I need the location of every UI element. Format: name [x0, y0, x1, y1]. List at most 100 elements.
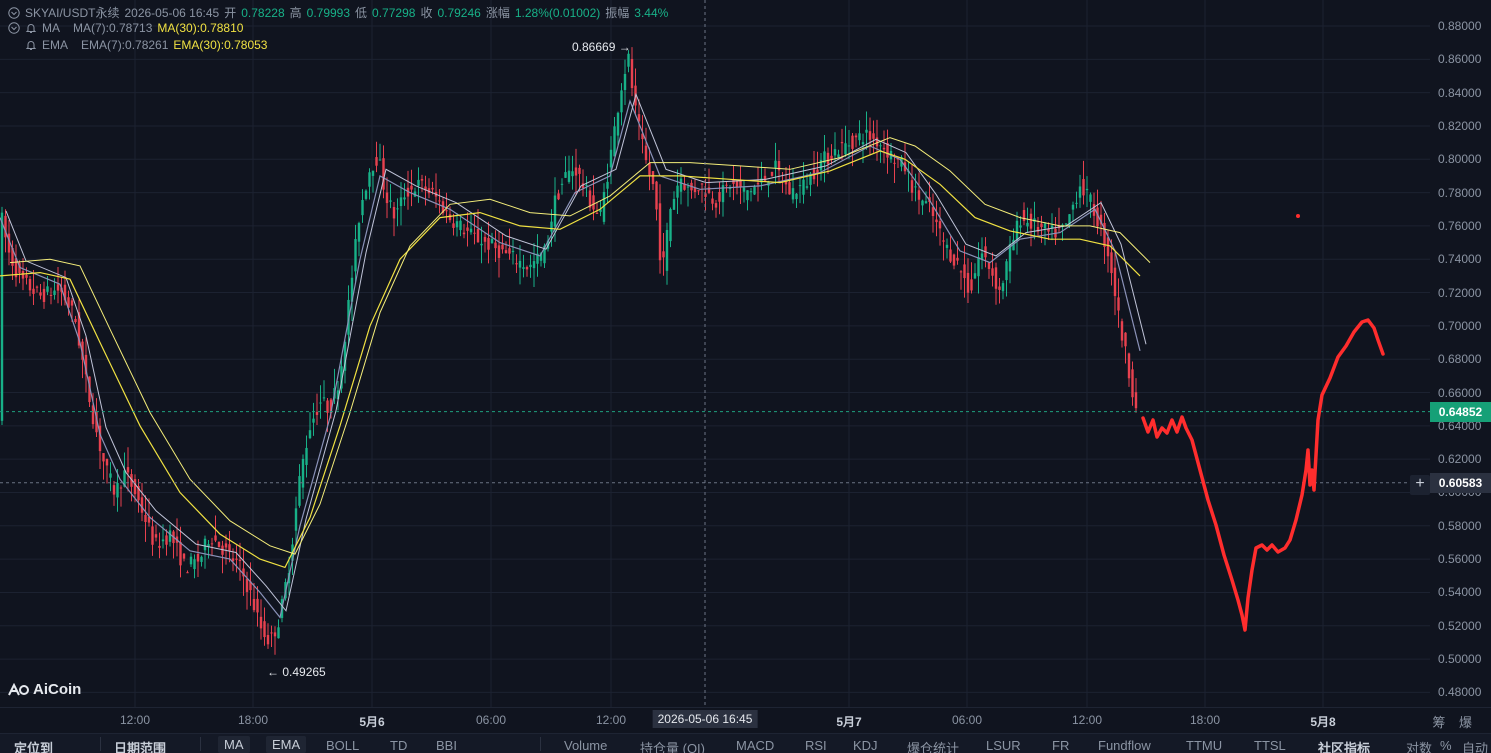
candle-up [844, 143, 847, 155]
candle-up [1001, 283, 1005, 292]
candle-down [186, 572, 189, 574]
candle-up [403, 197, 406, 200]
candle-down [854, 135, 858, 138]
candle-up [532, 261, 536, 269]
candle-up [837, 154, 840, 158]
time-tick-label: 18:00 [1189, 713, 1221, 727]
candle-up [1089, 194, 1092, 202]
candle-down [49, 294, 53, 296]
candle-down [151, 526, 154, 545]
toolbar-item[interactable]: MACD [736, 738, 774, 753]
candle-up [399, 197, 403, 207]
candle-up [977, 257, 980, 277]
toolbar-item[interactable]: BBI [436, 738, 457, 753]
candle-down [263, 621, 266, 638]
chevron-down-icon[interactable] [8, 22, 20, 34]
candle-up [1064, 223, 1068, 225]
ema7-value: EMA(7):0.78261 [81, 38, 169, 52]
toolbar-item[interactable]: TTSL [1254, 738, 1286, 753]
toolbar-item[interactable]: KDJ [853, 738, 878, 753]
crosshair-price-badge: 0.60583 [1430, 472, 1491, 493]
candle-down [739, 180, 742, 188]
price-tick-label: 0.52000 [1438, 618, 1482, 633]
toolbar-item[interactable]: RSI [805, 738, 827, 753]
change-label: 涨幅 [485, 6, 510, 20]
candle-down [326, 400, 329, 413]
bell-icon[interactable] [25, 39, 37, 51]
toolbar-item[interactable]: BOLL [326, 738, 359, 753]
price-tick-label: 0.88000 [1438, 19, 1482, 33]
toolbar-item[interactable]: 爆仓统计 [907, 738, 959, 753]
candle-down [105, 458, 109, 466]
candle-down [515, 263, 518, 265]
candle-up [980, 253, 984, 260]
ema-row: EMA EMA(7):0.78261 EMA(30):0.78053 [8, 38, 267, 52]
candle-down [273, 632, 277, 637]
toolbar-item[interactable]: FR [1052, 738, 1069, 753]
candle-down [952, 254, 956, 266]
toolbar-item[interactable]: TD [390, 738, 407, 753]
toolbar-item[interactable]: MA [218, 736, 250, 753]
candle-up [361, 199, 364, 216]
candle-up [161, 539, 165, 542]
toolbar-item[interactable]: 持仓量 (OI) [640, 738, 705, 753]
candle-down [70, 300, 74, 306]
time-tick-label: 5月8 [1310, 715, 1336, 729]
price-tick-label: 0.68000 [1438, 352, 1482, 367]
toolbar-item[interactable]: EMA [266, 736, 307, 753]
candle-down [501, 244, 504, 250]
toolbar-item[interactable]: 社区指标 [1318, 738, 1370, 753]
candle-down [259, 616, 263, 629]
candle-up [669, 209, 672, 242]
candle-down [826, 152, 830, 164]
toolbar-item[interactable]: % [1440, 738, 1452, 753]
chevron-down-icon[interactable] [8, 6, 20, 19]
candle-down [725, 184, 728, 186]
candle-up [371, 170, 375, 176]
candle-up [620, 90, 623, 113]
add-alert-plus-icon[interactable]: + [1410, 475, 1430, 495]
candle-up [805, 186, 809, 188]
candle-down [697, 190, 700, 192]
axis-settings[interactable]: 筹 爆 [1432, 712, 1477, 731]
candlestick-chart[interactable] [0, 0, 1430, 707]
change-value: 1.28%(0.01002) [514, 5, 601, 20]
candle-up [417, 179, 420, 186]
candle-up [480, 243, 483, 246]
candle-up [1005, 261, 1008, 281]
bell-icon[interactable] [25, 22, 37, 34]
candle-down [700, 183, 704, 185]
candle-down [214, 535, 217, 541]
close-value: 0.79246 [437, 5, 481, 20]
time-axis[interactable]: 2026-05-06 16:45 筹 爆 12:00 18:00 5月6 06:00 1… [0, 707, 1491, 733]
candle-down [466, 227, 469, 231]
toolbar-item[interactable]: 日期范围 [114, 738, 166, 753]
candle-up [455, 221, 459, 228]
toolbar-item[interactable]: Fundflow [1098, 738, 1151, 753]
candle-up [791, 188, 795, 200]
toolbar-item[interactable]: 定位到 [14, 738, 53, 753]
candle-up [200, 556, 203, 562]
time-tick-label: 12:00 [595, 713, 627, 727]
toolbar-item[interactable]: Volume [564, 738, 607, 753]
toolbar-item[interactable]: 自动 [1462, 738, 1488, 753]
candle-up [298, 476, 301, 506]
candle-up [609, 149, 613, 168]
toolbar-item[interactable]: TTMU [1186, 738, 1222, 753]
ema-name: EMA [42, 38, 69, 52]
toolbar-item[interactable]: LSUR [986, 738, 1021, 753]
candle-down [1134, 392, 1138, 409]
toolbar-item[interactable]: 对数 [1406, 738, 1432, 753]
candle-down [763, 175, 767, 181]
candle-down [1120, 321, 1124, 341]
symbol-label: SKYAI/USDT永续 [25, 6, 120, 20]
crosshair-time-badge: 2026-05-06 16:45 [652, 710, 758, 728]
chart-area[interactable] [0, 0, 1430, 707]
candle-up [924, 201, 928, 204]
candle-down [238, 559, 242, 562]
current-price-badge: 0.64852 [1430, 401, 1491, 422]
price-axis[interactable]: 0.88000 0.86000 0.84000 0.82000 0.80000 0.780… [1430, 0, 1491, 707]
low-annotation: ← 0.49265 [267, 665, 326, 679]
candle-down [56, 284, 60, 291]
candle-up [686, 186, 690, 188]
